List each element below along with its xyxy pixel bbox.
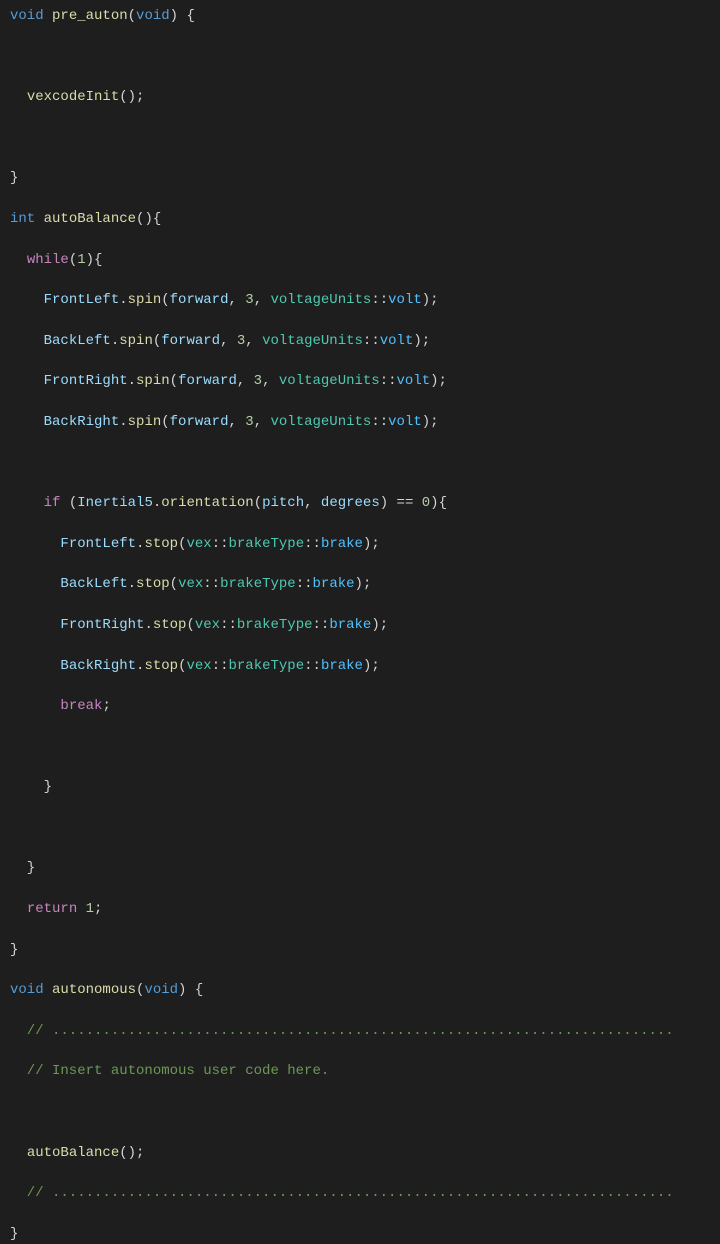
code-line: } <box>10 858 720 878</box>
code-line: if (Inertial5.orientation(pitch, degrees… <box>10 493 720 513</box>
keyword-return: return <box>27 901 77 917</box>
keyword-void: void <box>10 8 44 24</box>
param-type: void <box>136 8 170 24</box>
code-line: autoBalance(); <box>10 1143 720 1163</box>
code-line: // Insert autonomous user code here. <box>10 1061 720 1081</box>
code-line <box>10 1102 720 1122</box>
code-line: BackLeft.spin(forward, 3, voltageUnits::… <box>10 331 720 351</box>
code-line: FrontLeft.stop(vex::brakeType::brake); <box>10 534 720 554</box>
code-line: } <box>10 168 720 188</box>
code-line: BackRight.spin(forward, 3, voltageUnits:… <box>10 412 720 432</box>
code-line <box>10 47 720 67</box>
function-name: autoBalance <box>44 211 136 227</box>
code-line <box>10 453 720 473</box>
code-line: // .....................................… <box>10 1021 720 1041</box>
code-line: FrontRight.spin(forward, 3, voltageUnits… <box>10 371 720 391</box>
keyword-if: if <box>44 495 61 511</box>
function-name: pre_auton <box>52 8 128 24</box>
code-line: // .....................................… <box>10 1183 720 1203</box>
code-line: void autonomous(void) { <box>10 980 720 1000</box>
code-line: break; <box>10 696 720 716</box>
code-line: FrontLeft.spin(forward, 3, voltageUnits:… <box>10 290 720 310</box>
keyword-int: int <box>10 211 35 227</box>
code-line: BackLeft.stop(vex::brakeType::brake); <box>10 574 720 594</box>
code-line: } <box>10 1224 720 1244</box>
code-line: vexcodeInit(); <box>10 87 720 107</box>
code-editor[interactable]: void pre_auton(void) { vexcodeInit(); } … <box>10 6 720 1244</box>
keyword-break: break <box>60 698 102 714</box>
code-line <box>10 128 720 148</box>
code-line: BackRight.stop(vex::brakeType::brake); <box>10 656 720 676</box>
code-line: } <box>10 777 720 797</box>
function-call: autoBalance <box>27 1145 119 1161</box>
code-line <box>10 818 720 838</box>
code-line: int autoBalance(){ <box>10 209 720 229</box>
comment: // Insert autonomous user code here. <box>10 1063 329 1079</box>
code-line: while(1){ <box>10 250 720 270</box>
code-line: void pre_auton(void) { <box>10 6 720 26</box>
comment: // .....................................… <box>10 1023 674 1039</box>
comment: // .....................................… <box>10 1185 674 1201</box>
code-line: FrontRight.stop(vex::brakeType::brake); <box>10 615 720 635</box>
keyword-while: while <box>27 252 69 268</box>
function-call: vexcodeInit <box>27 89 119 105</box>
code-line <box>10 737 720 757</box>
code-line: } <box>10 940 720 960</box>
code-line: return 1; <box>10 899 720 919</box>
keyword-void: void <box>10 982 44 998</box>
function-name: autonomous <box>52 982 136 998</box>
